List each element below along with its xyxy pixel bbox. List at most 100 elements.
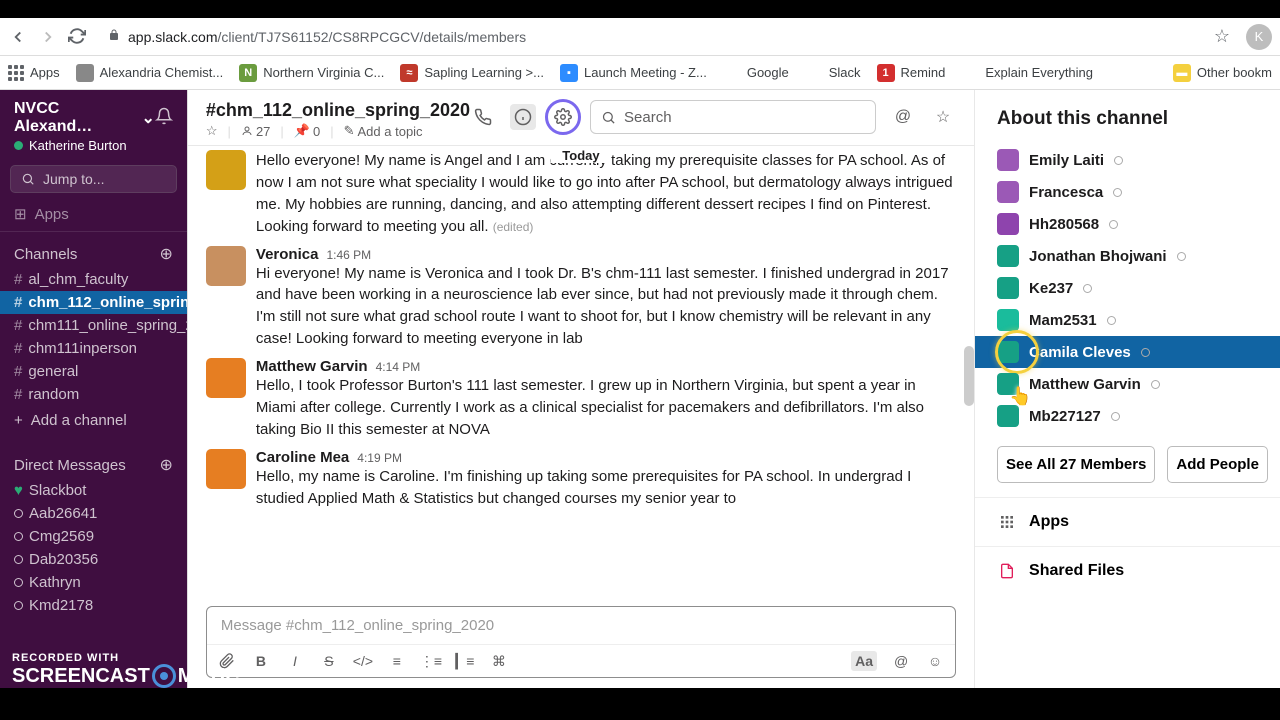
gear-icon[interactable] [550,104,576,130]
back-button[interactable] [8,27,28,47]
message-author[interactable]: Veronica [256,246,319,263]
message-text: Hello, my name is Caroline. I'm finishin… [256,466,956,510]
dms-header[interactable]: Direct Messages ⊕ [0,447,187,479]
channel-item[interactable]: #random [0,383,187,406]
message-avatar[interactable] [206,150,246,190]
about-title: About this channel [975,108,1280,144]
bold-icon[interactable]: B [251,651,271,671]
italic-icon[interactable]: I [285,651,305,671]
bookmark-item[interactable]: ⁜Slack [805,64,861,82]
add-topic[interactable]: ✎ Add a topic [344,123,423,139]
star-header-icon[interactable]: ☆ [930,104,956,130]
reload-button[interactable] [68,27,88,47]
other-bookmarks[interactable]: ▬ Other bookm [1173,64,1272,82]
numbered-list-icon[interactable]: ≡ [387,651,407,671]
bookmark-item[interactable]: eExplain Everything [961,64,1093,82]
strike-icon[interactable]: S [319,651,339,671]
presence-indicator [1111,412,1120,421]
add-channel-icon[interactable]: ⊕ [159,244,172,264]
member-avatar [997,405,1019,427]
bookmark-item[interactable]: NNorthern Virginia C... [239,64,384,82]
bookmark-item[interactable]: GGoogle [723,64,789,82]
message-author[interactable]: Matthew Garvin [256,358,368,375]
message-composer[interactable]: Message #chm_112_online_spring_2020 B I … [206,606,956,678]
apps-section[interactable]: Apps [975,497,1280,546]
info-icon[interactable] [510,104,536,130]
message[interactable]: Veronica1:46 PM Hi everyone! My name is … [188,242,974,355]
channel-item[interactable]: #chm_112_online_spring_… [0,291,187,314]
scrollbar-thumb[interactable] [964,346,974,406]
bullet-list-icon[interactable]: ⋮≡ [421,651,441,671]
dm-item[interactable]: Aab26641 [0,502,187,525]
channel-name[interactable]: #chm_112_online_spring_2020 [206,100,470,121]
message-avatar[interactable] [206,358,246,398]
member-row[interactable]: Hh280568 [975,208,1280,240]
bell-icon[interactable] [155,107,173,129]
shared-files-section[interactable]: Shared Files [975,546,1280,595]
mention-compose-icon[interactable]: @ [891,651,911,671]
address-bar[interactable]: app.slack.com/client/TJ7S61152/CS8RPCGCV… [98,23,1204,51]
add-people-button[interactable]: Add People [1167,446,1268,483]
quote-icon[interactable]: ▎≡ [455,651,475,671]
search-input[interactable]: Search [590,100,876,134]
mention-icon[interactable]: @ [890,104,916,130]
dm-item[interactable]: ♥Slackbot [0,479,187,502]
member-row[interactable]: Emily Laiti [975,144,1280,176]
channels-header[interactable]: Channels ⊕ [0,236,187,268]
bookmark-item[interactable]: 1Remind [877,64,946,82]
hash-icon: # [14,386,22,403]
composer-input[interactable]: Message #chm_112_online_spring_2020 [207,607,955,644]
channel-item[interactable]: #al_chm_faculty [0,268,187,291]
bookmark-item[interactable]: ≈Sapling Learning >... [400,64,544,82]
member-row[interactable]: Jonathan Bhojwani [975,240,1280,272]
star-channel[interactable]: ☆ [206,123,218,139]
member-row[interactable]: 👆Matthew Garvin [975,368,1280,400]
bookmark-item[interactable]: ▪Launch Meeting - Z... [560,64,707,82]
emoji-icon[interactable]: ☺ [925,651,945,671]
workspace-header[interactable]: NVCC Alexand… ⌄ Katherine Burton [0,90,187,161]
member-row[interactable]: Ke237 [975,272,1280,304]
message[interactable]: Caroline Mea4:19 PM Hello, my name is Ca… [188,445,974,514]
code-icon[interactable]: </> [353,651,373,671]
add-channel-link[interactable]: +Add a channel [0,406,187,435]
hash-icon: # [14,294,22,311]
dm-item[interactable]: Cmg2569 [0,525,187,548]
channel-item[interactable]: #chm111inperson [0,337,187,360]
message-list[interactable]: Hello everyone! My name is Angel and I a… [188,146,974,606]
sidebar-apps[interactable]: ⊞ Apps [0,201,187,227]
presence-indicator [1141,348,1150,357]
channel-item[interactable]: #general [0,360,187,383]
apps-shortcut[interactable]: Apps [8,65,60,81]
forward-button[interactable] [38,27,58,47]
dm-label: Kathryn [29,574,81,591]
code-block-icon[interactable]: ⌘ [489,651,509,671]
bookmark-item[interactable]: Alexandria Chemist... [76,64,224,82]
member-row[interactable]: Francesca [975,176,1280,208]
profile-avatar[interactable]: K [1246,24,1272,50]
channel-item[interactable]: #chm111_online_spring_2… [0,314,187,337]
message[interactable]: Matthew Garvin4:14 PM Hello, I took Prof… [188,354,974,445]
message-avatar[interactable] [206,246,246,286]
jump-to-input[interactable]: Jump to... [10,165,177,193]
dm-item[interactable]: Dab20356 [0,548,187,571]
see-all-members-button[interactable]: See All 27 Members [997,446,1155,483]
dm-item[interactable]: Kmd2178 [0,594,187,617]
bookmark-star-icon[interactable]: ☆ [1214,26,1230,47]
member-row[interactable]: Mb227127 [975,400,1280,432]
presence-indicator [14,555,23,564]
message[interactable]: Hello everyone! My name is Angel and I a… [188,150,974,242]
member-row[interactable]: Mam2531 [975,304,1280,336]
member-count[interactable]: 27 [241,124,270,139]
bookmark-favicon: 1 [877,64,895,82]
message-text: Hi everyone! My name is Veronica and I t… [256,263,956,351]
pin-count[interactable]: 📌 0 [294,123,320,139]
message-avatar[interactable] [206,449,246,489]
member-name: Jonathan Bhojwani [1029,248,1167,265]
url-text: app.slack.com/client/TJ7S61152/CS8RPCGCV… [128,29,526,45]
message-author[interactable]: Caroline Mea [256,449,349,466]
dm-item[interactable]: Kathryn [0,571,187,594]
format-toggle-icon[interactable]: Aa [851,651,877,671]
member-row[interactable]: Camila Cleves [975,336,1280,368]
add-dm-icon[interactable]: ⊕ [159,455,172,475]
phone-icon[interactable] [470,104,496,130]
